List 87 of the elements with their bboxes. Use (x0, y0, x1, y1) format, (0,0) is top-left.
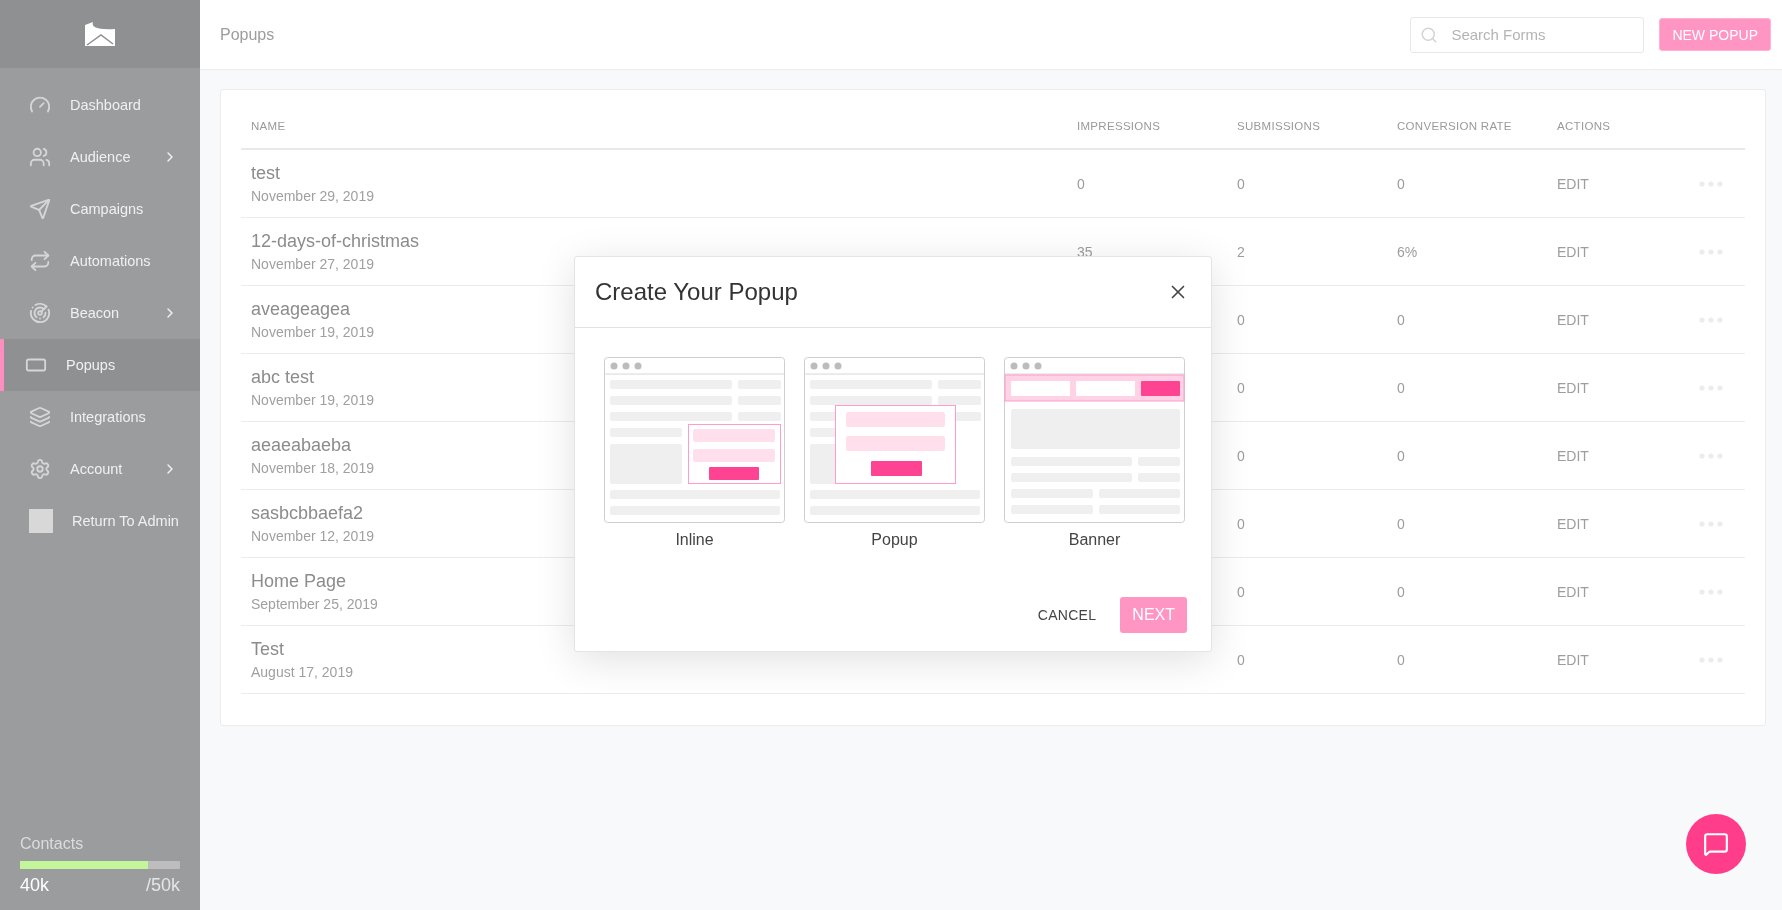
radar-icon (29, 302, 51, 324)
table-cell: 0 (1237, 311, 1245, 328)
column-header: NAME (251, 120, 286, 132)
edit-link[interactable]: EDIT (1557, 515, 1589, 532)
form-date: November 19, 2019 (251, 392, 374, 408)
table-cell: 0 (1237, 515, 1245, 532)
table-cell: 0 (1237, 447, 1245, 464)
edit-link[interactable]: EDIT (1557, 583, 1589, 600)
table-cell: 0 (1237, 583, 1245, 600)
form-date: November 19, 2019 (251, 324, 374, 340)
nav-label: Beacon (70, 305, 121, 321)
table-cell: 0 (1397, 515, 1405, 532)
layout-option[interactable]: Popup (804, 357, 985, 549)
table-cell: 0 (1397, 583, 1405, 600)
form-date: November 29, 2019 (251, 188, 374, 204)
edit-link[interactable]: EDIT (1557, 175, 1589, 192)
people-icon (29, 146, 51, 168)
column-header: IMPRESSIONS (1077, 120, 1161, 132)
column-header: SUBMISSIONS (1237, 120, 1321, 132)
form-name: 12-days-of-christmas (251, 231, 420, 252)
form-name: abc test (251, 367, 315, 388)
column-header: CONVERSION RATE (1397, 120, 1512, 132)
repeat-icon (29, 250, 51, 272)
settings-icon (29, 458, 51, 480)
nav-item[interactable]: Account (0, 443, 200, 495)
edit-link[interactable]: EDIT (1557, 447, 1589, 464)
table-cell: 0 (1397, 379, 1405, 396)
nav-label: Account (70, 461, 124, 477)
search-field[interactable]: Search Forms (1410, 16, 1645, 53)
nav-label: Dashboard (70, 97, 142, 113)
table-cell: 0 (1077, 175, 1085, 192)
form-name: test (251, 163, 280, 184)
table-cell: 0 (1397, 447, 1405, 464)
form-date: August 17, 2019 (251, 664, 353, 680)
table-cell: 0 (1397, 175, 1405, 192)
table-cell: 0 (1397, 311, 1405, 328)
dialog-title: Create Your Popup (595, 278, 798, 306)
table-cell: 0 (1237, 651, 1245, 668)
nav-label: Popups (66, 357, 117, 373)
contacts-used: 40k (20, 875, 50, 896)
form-date: November 12, 2019 (251, 528, 374, 544)
edit-link[interactable]: EDIT (1557, 651, 1589, 668)
layers-icon (29, 406, 51, 428)
nav-item[interactable]: Audience (0, 131, 200, 183)
nav-label: Integrations (70, 409, 147, 425)
table-cell: 0 (1237, 175, 1245, 192)
contacts-limit: /50k (145, 875, 180, 896)
cancel-button[interactable]: CANCEL (1031, 606, 1103, 624)
form-name: sasbcbbaefa2 (251, 503, 364, 524)
paper-plane-icon (29, 198, 51, 220)
form-name: aeaeabaeba (251, 435, 352, 456)
nav-item[interactable]: Return To Admin (0, 495, 200, 547)
form-date: November 18, 2019 (251, 460, 374, 476)
form-name: Test (251, 639, 284, 660)
nav-label: Return To Admin (72, 513, 180, 529)
form-date: September 25, 2019 (251, 596, 378, 612)
contacts-label: Contacts (20, 835, 85, 853)
nav-item[interactable]: Dashboard (0, 79, 200, 131)
page-title: Popups (220, 25, 276, 44)
nav-item[interactable]: Popups (0, 339, 200, 391)
new-popup-button[interactable]: NEW POPUP (1659, 18, 1771, 51)
nav-label: Automations (70, 253, 152, 269)
nav-item[interactable]: Campaigns (0, 183, 200, 235)
column-header: ACTIONS (1557, 120, 1611, 132)
nav-item[interactable]: Automations (0, 235, 200, 287)
chat-button[interactable] (1686, 814, 1746, 874)
nav-item[interactable]: Integrations (0, 391, 200, 443)
edit-link[interactable]: EDIT (1557, 243, 1589, 260)
chat-bubble-icon (1703, 831, 1729, 857)
nav-label: Campaigns (70, 201, 145, 217)
nav-item[interactable]: Beacon (0, 287, 200, 339)
search-icon (1420, 25, 1439, 44)
next-button[interactable]: NEXT (1120, 597, 1187, 633)
square-icon (29, 509, 53, 533)
edit-link[interactable]: EDIT (1557, 311, 1589, 328)
layout-option[interactable]: Banner (1004, 357, 1185, 549)
form-name: Home Page (251, 571, 347, 592)
nav-label: Audience (70, 149, 132, 165)
table-cell: 0 (1397, 651, 1405, 668)
envelope-logo (83, 21, 117, 47)
table-cell: 2 (1237, 243, 1245, 260)
table-cell: 0 (1237, 379, 1245, 396)
form-name: aveageagea (251, 299, 351, 320)
edit-link[interactable]: EDIT (1557, 379, 1589, 396)
table-cell: 6% (1397, 243, 1418, 260)
form-date: November 27, 2019 (251, 256, 374, 272)
layout-option[interactable]: Inline (604, 357, 785, 549)
